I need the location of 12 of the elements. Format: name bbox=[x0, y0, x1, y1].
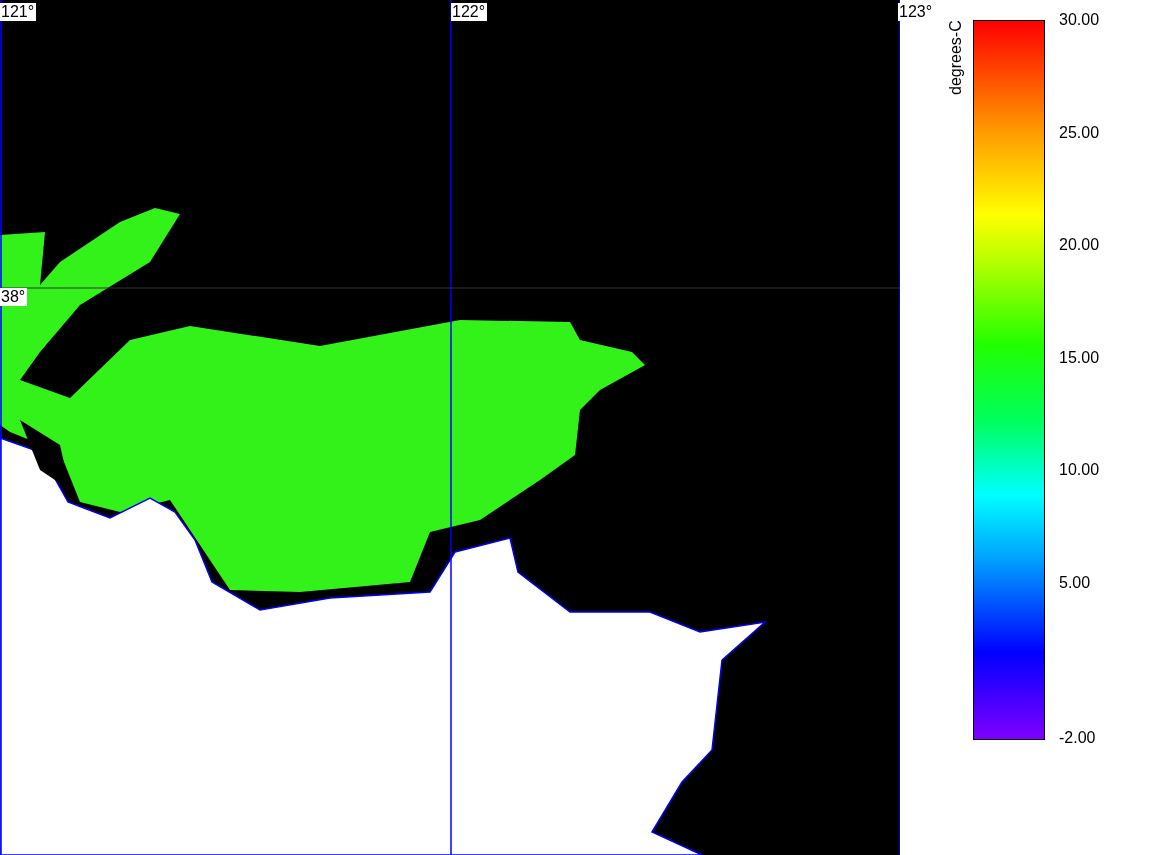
scale-tick-label: 10.00 bbox=[1059, 461, 1100, 479]
scale-tick-label: -2.00 bbox=[1059, 729, 1096, 747]
longitude-label: 123° bbox=[898, 3, 935, 21]
scale-tick-label: 20.00 bbox=[1059, 236, 1100, 254]
longitude-label: 122° bbox=[451, 3, 488, 21]
scale-tick-label: 30.00 bbox=[1059, 11, 1100, 29]
latitude-label: 38° bbox=[0, 288, 28, 306]
scale-tick-label: 25.00 bbox=[1059, 123, 1100, 142]
scale-tick-label: 15.00 bbox=[1059, 348, 1100, 367]
colorbar-title: degrees-C bbox=[947, 20, 965, 97]
longitude-label: 121° bbox=[0, 3, 37, 21]
scale-tick-label: 5.00 bbox=[1059, 573, 1091, 592]
